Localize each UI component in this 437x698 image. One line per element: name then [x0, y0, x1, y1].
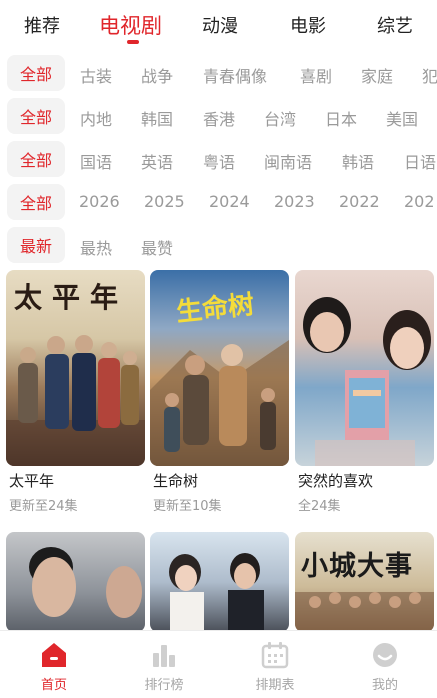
- filter-chip-all[interactable]: 全部: [7, 55, 65, 91]
- poster-title-art: 太平年: [14, 281, 129, 314]
- drama-card[interactable]: 小城大事: [295, 532, 434, 632]
- drama-card[interactable]: 太平年 太平年 更新至24集: [6, 270, 145, 515]
- filter-row-language: 全部 国语 英语 粤语 闽南语 韩语 日语: [0, 141, 437, 177]
- poster-figures-art: [303, 297, 431, 466]
- tab-variety[interactable]: 综艺: [377, 12, 413, 38]
- drama-card[interactable]: [6, 532, 145, 632]
- filter-row-sort: 最新 最热 最赞: [0, 227, 437, 263]
- card-title: 太平年: [9, 472, 55, 490]
- nav-label: 首页: [40, 678, 67, 693]
- poster-image: 太平年: [6, 270, 145, 466]
- poster-image: [295, 270, 434, 466]
- filter-option[interactable]: 韩语: [342, 149, 374, 173]
- sort-option-top-rated[interactable]: 最赞: [141, 235, 173, 259]
- filter-option[interactable]: 2025: [144, 192, 185, 211]
- bar-chart-icon: [153, 645, 175, 667]
- tab-anime[interactable]: 动漫: [202, 12, 238, 38]
- filter-option[interactable]: 英语: [141, 149, 173, 173]
- filter-option[interactable]: 古装: [80, 63, 112, 87]
- filter-option[interactable]: 2026: [79, 192, 120, 211]
- tab-movie[interactable]: 电影: [290, 12, 326, 38]
- nav-label: 排行榜: [144, 678, 184, 693]
- active-tab-indicator: [127, 40, 139, 44]
- card-episode-status: 全24集: [298, 499, 341, 514]
- nav-label: 我的: [371, 678, 398, 693]
- poster-image: [6, 532, 145, 632]
- filter-option[interactable]: 犯: [422, 63, 437, 87]
- poster-title-art: 小城大事: [301, 551, 413, 582]
- filter-option[interactable]: 美国: [386, 106, 418, 130]
- filter-row-year: 全部 2026 2025 2024 2023 2022 202: [0, 184, 437, 220]
- filter-option[interactable]: 青春偶像: [203, 63, 267, 87]
- card-title: 突然的喜欢: [298, 472, 374, 490]
- filter-option[interactable]: 国语: [80, 149, 112, 173]
- filter-option[interactable]: 日本: [325, 106, 357, 130]
- home-icon: [42, 643, 66, 667]
- filter-option[interactable]: 2024: [209, 192, 250, 211]
- filter-option[interactable]: 战争: [141, 63, 173, 87]
- filter-row-region: 全部 内地 韩国 香港 台湾 日本 美国: [0, 98, 437, 134]
- filter-option[interactable]: 台湾: [264, 106, 296, 130]
- poster-figures-art: [29, 547, 142, 618]
- filter-chip-all[interactable]: 全部: [7, 141, 65, 177]
- filter-option[interactable]: 日语: [404, 149, 436, 173]
- drama-card[interactable]: 突然的喜欢 全24集: [295, 270, 434, 515]
- card-title: 生命树: [153, 472, 199, 490]
- filter-option[interactable]: 香港: [203, 106, 235, 130]
- profile-icon: [373, 643, 397, 667]
- sort-option-hottest[interactable]: 最热: [80, 235, 112, 259]
- filter-option[interactable]: 粤语: [203, 149, 235, 173]
- filter-option[interactable]: 202: [404, 192, 435, 211]
- filter-option[interactable]: 家庭: [361, 63, 393, 87]
- filter-option[interactable]: 2022: [339, 192, 380, 211]
- filter-chip-all[interactable]: 全部: [7, 98, 65, 134]
- bottom-navigation: 首页 排行榜 排期表 我的: [0, 630, 437, 698]
- tab-recommend[interactable]: 推荐: [24, 12, 60, 38]
- filter-option[interactable]: 闽南语: [264, 149, 312, 173]
- filter-option[interactable]: 2023: [274, 192, 315, 211]
- poster-figures-art: [169, 553, 264, 632]
- poster-image: [150, 532, 289, 632]
- drama-card[interactable]: 生命树 生命树 更新至10集: [150, 270, 289, 515]
- card-episode-status: 更新至24集: [9, 499, 78, 514]
- tab-tv-series[interactable]: 电视剧: [99, 10, 162, 40]
- card-episode-status: 更新至10集: [153, 499, 222, 514]
- filter-option[interactable]: 韩国: [141, 106, 173, 130]
- filter-option[interactable]: 喜剧: [300, 63, 332, 87]
- drama-card[interactable]: [150, 532, 289, 632]
- nav-label: 排期表: [255, 678, 295, 693]
- filter-row-genre: 全部 古装 战争 青春偶像 喜剧 家庭 犯: [0, 55, 437, 91]
- filter-option[interactable]: 内地: [80, 106, 112, 130]
- calendar-icon: [261, 642, 289, 669]
- poster-image: 生命树: [150, 270, 289, 466]
- poster-image: 小城大事: [295, 532, 434, 632]
- filter-chip-all[interactable]: 全部: [7, 184, 65, 220]
- category-tabs: 推荐 电视剧 动漫 电影 综艺: [0, 0, 437, 52]
- sort-chip-latest[interactable]: 最新: [7, 227, 65, 263]
